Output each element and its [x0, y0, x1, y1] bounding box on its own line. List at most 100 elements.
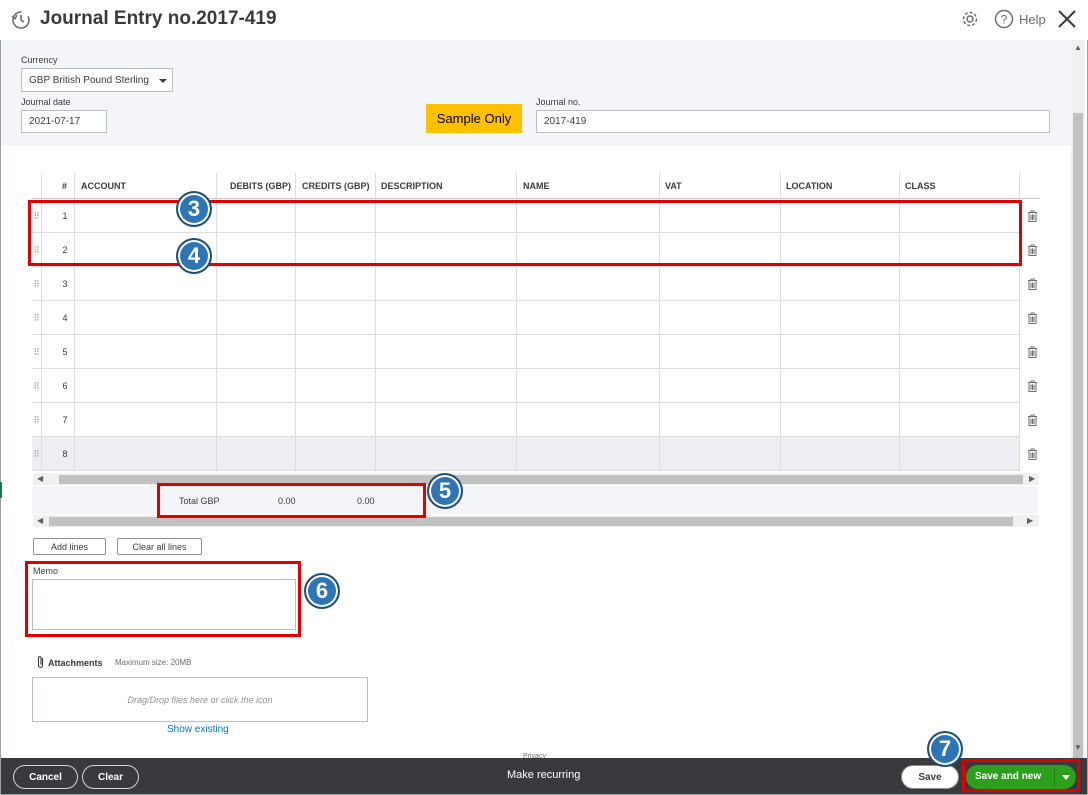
drop-hint: Drag/Drop files here or click the icon: [127, 694, 273, 705]
scrollbar-thumb[interactable]: [1073, 113, 1083, 761]
scroll-left-icon[interactable]: ◀: [37, 516, 43, 525]
scroll-left-icon[interactable]: ◀: [37, 474, 43, 483]
column-divider: [216, 173, 217, 471]
trash-icon[interactable]: [1027, 380, 1038, 392]
scroll-right-icon[interactable]: ▶: [1027, 516, 1033, 525]
row-number: 1: [62, 211, 68, 221]
table-row[interactable]: ⠿ 4: [32, 301, 1019, 335]
show-existing-link[interactable]: Show existing: [167, 724, 229, 735]
title-bar: Journal Entry no.2017-419 ? Help: [0, 0, 1088, 40]
trash-icon[interactable]: [1027, 210, 1038, 222]
journal-date-value: 2021-07-17: [29, 116, 81, 127]
svg-text:?: ?: [1001, 13, 1008, 27]
currency-label: Currency: [21, 55, 58, 65]
row-number: 4: [62, 313, 68, 323]
annotation-badge-5: 5: [427, 473, 463, 509]
column-divider: [659, 173, 660, 471]
totals-horizontal-scrollbar[interactable]: ◀ ▶: [33, 515, 1039, 527]
clear-button[interactable]: Clear: [82, 765, 139, 789]
chevron-down-icon[interactable]: [1062, 775, 1070, 780]
row-number: 8: [62, 449, 68, 459]
row-number: 5: [62, 347, 68, 357]
drag-handle-icon[interactable]: ⠿: [32, 347, 40, 358]
column-header-description: DESCRIPTION: [381, 181, 443, 191]
trash-icon[interactable]: [1027, 278, 1038, 290]
window-edge-marker: [0, 482, 2, 498]
scrollbar-thumb[interactable]: [49, 517, 1013, 526]
help-label[interactable]: Help: [1019, 12, 1046, 27]
column-header-vat: VAT: [665, 181, 682, 191]
vertical-scrollbar[interactable]: ▲ ▼: [1071, 40, 1085, 761]
annotation-badge-3: 3: [176, 191, 212, 227]
currency-select[interactable]: GBP British Pound Sterling: [21, 68, 173, 92]
help-icon[interactable]: ?: [994, 9, 1014, 29]
column-header-credits: CREDITS (GBP): [302, 181, 370, 191]
column-divider: [899, 173, 900, 471]
save-button[interactable]: Save: [901, 765, 959, 789]
table-row[interactable]: ⠿ 8: [32, 437, 1019, 471]
journal-no-label: Journal no.: [536, 97, 581, 107]
drag-handle-icon[interactable]: ⠿: [32, 211, 40, 222]
scroll-down-icon[interactable]: ▼: [1074, 743, 1082, 752]
close-icon[interactable]: [1056, 8, 1078, 30]
total-label: Total GBP: [179, 496, 220, 506]
column-divider: [1019, 173, 1020, 471]
scroll-right-icon[interactable]: ▶: [1029, 474, 1035, 483]
row-number: 6: [62, 381, 68, 391]
column-divider: [41, 173, 42, 471]
column-divider: [74, 173, 75, 471]
make-recurring-button[interactable]: Make recurring: [507, 769, 580, 781]
memo-textarea[interactable]: [32, 579, 296, 630]
drag-handle-icon[interactable]: ⠿: [32, 381, 40, 392]
journal-date-field[interactable]: 2021-07-17: [21, 110, 107, 133]
attachments-label: Attachments: [48, 658, 103, 668]
table-row[interactable]: ⠿ 3: [32, 267, 1019, 301]
table-row[interactable]: ⠿ 6: [32, 369, 1019, 403]
total-debits: 0.00: [278, 496, 296, 506]
table-row[interactable]: ⠿ 5: [32, 335, 1019, 369]
column-divider: [516, 173, 517, 471]
column-header-class: CLASS: [905, 181, 936, 191]
column-header-account: ACCOUNT: [81, 181, 126, 191]
column-divider: [780, 173, 781, 471]
sample-only-badge: Sample Only: [426, 104, 522, 133]
annotation-badge-6: 6: [304, 573, 340, 609]
trash-icon[interactable]: [1027, 312, 1038, 324]
column-header-location: LOCATION: [786, 181, 833, 191]
scroll-up-icon[interactable]: ▲: [1074, 43, 1082, 52]
drag-handle-icon[interactable]: ⠿: [32, 313, 40, 324]
journal-no-value: 2017-419: [544, 116, 587, 127]
clear-all-lines-button[interactable]: Clear all lines: [117, 538, 202, 555]
save-and-new-button[interactable]: Save and new: [966, 765, 1076, 789]
paperclip-icon[interactable]: [36, 655, 45, 669]
gear-icon[interactable]: [960, 9, 980, 29]
recent-transactions-icon[interactable]: [10, 9, 32, 31]
trash-icon[interactable]: [1027, 346, 1038, 358]
page-title: Journal Entry no.2017-419: [40, 8, 277, 29]
currency-value: GBP British Pound Sterling: [29, 74, 149, 86]
drag-handle-icon[interactable]: ⠿: [32, 449, 40, 460]
scrollbar-thumb[interactable]: [59, 475, 1023, 484]
save-and-new-label: Save and new: [975, 771, 1042, 782]
journal-no-field[interactable]: 2017-419: [536, 110, 1050, 133]
grid-horizontal-scrollbar[interactable]: ◀ ▶: [33, 473, 1039, 485]
column-header-name: NAME: [523, 181, 550, 191]
trash-icon[interactable]: [1027, 448, 1038, 460]
attachment-drop-zone[interactable]: Drag/Drop files here or click the icon: [32, 677, 368, 722]
drag-handle-icon[interactable]: ⠿: [32, 245, 40, 256]
drag-handle-icon[interactable]: ⠿: [32, 279, 40, 290]
trash-icon[interactable]: [1027, 244, 1038, 256]
split-divider: [1054, 768, 1055, 786]
table-row[interactable]: ⠿ 7: [32, 403, 1019, 437]
cancel-button[interactable]: Cancel: [13, 765, 78, 789]
total-credits: 0.00: [357, 496, 375, 506]
row-number: 7: [62, 415, 68, 425]
drag-handle-icon[interactable]: ⠿: [32, 415, 40, 426]
trash-icon[interactable]: [1027, 414, 1038, 426]
attachments-max-size: Maximum size: 20MB: [115, 658, 192, 667]
add-lines-button[interactable]: Add lines: [33, 538, 106, 555]
annotation-badge-4: 4: [176, 238, 212, 274]
annotation-badge-7: 7: [927, 731, 963, 767]
column-header-number: #: [62, 181, 68, 191]
column-divider: [295, 173, 296, 471]
